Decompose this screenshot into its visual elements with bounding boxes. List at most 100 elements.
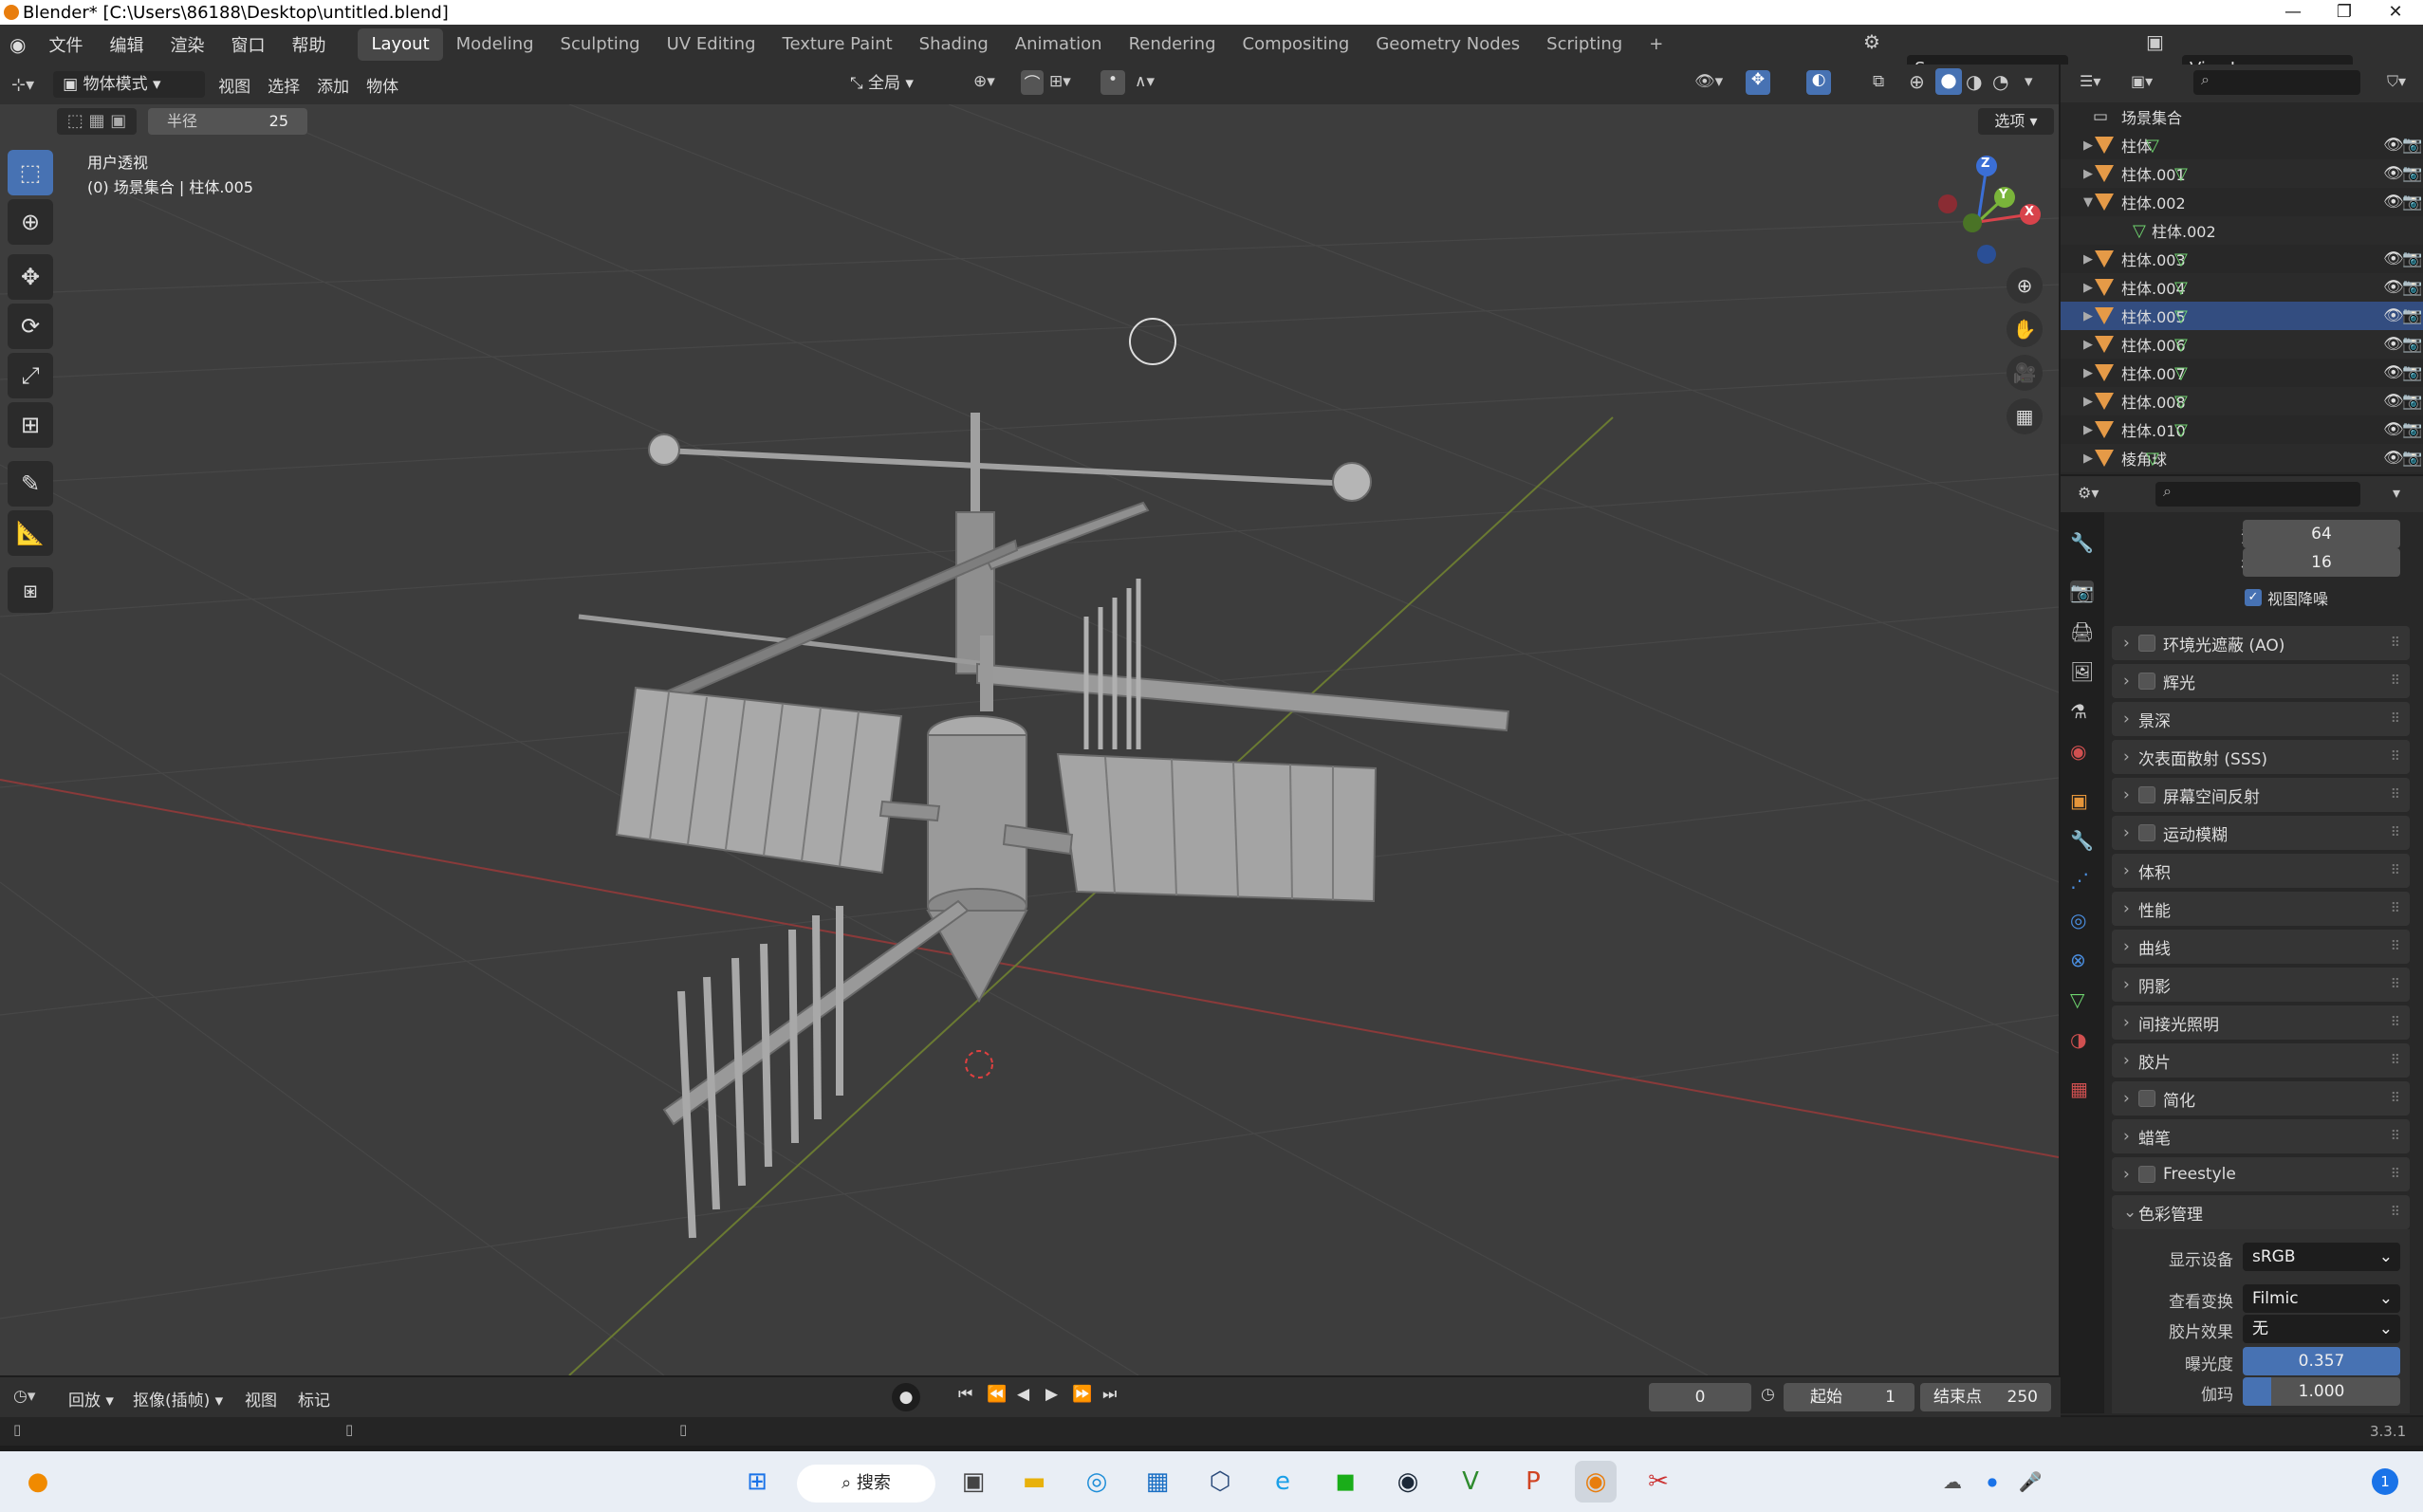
tray-dot-icon[interactable]: ● — [1971, 1461, 2013, 1503]
mesh-data-icon[interactable]: ▽ — [2174, 164, 2188, 184]
eye-icon[interactable]: 👁 — [2383, 306, 2404, 325]
3d-viewport[interactable]: Z Y X ⬚ ▦ ▣ 半径 25 选项 ▾ 用户透视 (0) 场景集合 | 柱… — [0, 104, 2059, 1375]
outliner-row[interactable]: ▶ 柱体.003 ▽ 👁 📷 — [2061, 245, 2423, 273]
panel-3[interactable]: › 次表面散射 (SSS) ⠿ — [2112, 740, 2410, 774]
constraints-tab-icon[interactable]: ⊗ — [2070, 949, 2086, 971]
mesh-data-icon[interactable]: ▽ — [2146, 449, 2159, 469]
viewport-samples-field[interactable]: 16 — [2243, 548, 2400, 577]
weather-icon[interactable]: ● — [17, 1461, 59, 1503]
expand-right-icon[interactable]: ▶ — [2083, 138, 2093, 153]
panel-10[interactable]: › 间接光照明 ⠿ — [2112, 1005, 2410, 1040]
properties-search-input[interactable]: ⌕ — [2155, 482, 2360, 507]
eye-icon[interactable]: 👁 — [2383, 392, 2404, 411]
drag-handle-icon[interactable]: ⠿ — [2391, 825, 2400, 840]
transform-orientation-selector[interactable]: ⤡ 全局 ▾ — [850, 70, 964, 97]
properties-options-icon[interactable]: ▾ — [2393, 484, 2400, 502]
drag-handle-icon[interactable]: ⠿ — [2391, 711, 2400, 727]
eye-icon[interactable]: 👁 — [2383, 249, 2404, 268]
mesh-data-icon[interactable]: ▽ — [2146, 136, 2159, 156]
panel-9[interactable]: › 阴影 ⠿ — [2112, 968, 2410, 1002]
display-device-dropdown[interactable]: sRGB ⌄ — [2243, 1243, 2400, 1271]
rotate-tool-button[interactable]: ⟳ — [8, 304, 53, 349]
maximize-button[interactable]: ❐ — [2319, 0, 2370, 25]
zoom-button[interactable]: ⊕ — [2007, 267, 2043, 304]
options-dropdown[interactable]: 选项 ▾ — [1978, 108, 2054, 135]
timeline-menu-marker[interactable]: 标记 — [298, 1387, 330, 1411]
drag-handle-icon[interactable]: ⠿ — [2391, 749, 2400, 765]
expand-right-icon[interactable]: ▶ — [2083, 281, 2093, 295]
mesh-data-icon[interactable]: ▽ — [2174, 306, 2188, 326]
overlay-toggle-icon[interactable]: ◐ — [1806, 70, 1831, 95]
tab-texture-paint[interactable]: Texture Paint — [769, 28, 906, 61]
view-layer-tab-icon[interactable]: 🖼 — [2070, 660, 2094, 683]
gizmo-y-label[interactable]: Y — [1999, 188, 2007, 202]
camera-icon[interactable]: 📷 — [2402, 335, 2422, 354]
mode-selector[interactable]: ▣ 物体模式 ▾ — [53, 71, 206, 98]
drag-handle-icon[interactable]: ⠿ — [2391, 901, 2400, 916]
tab-geometry-nodes[interactable]: Geometry Nodes — [1362, 28, 1533, 61]
expand-right-icon[interactable]: ▶ — [2083, 366, 2093, 380]
drag-handle-icon[interactable]: ⠿ — [2391, 1053, 2400, 1068]
eye-icon[interactable]: 👁 — [2383, 420, 2404, 439]
timeline-menu-playback[interactable]: 回放 ▾ — [68, 1387, 114, 1411]
outliner-row[interactable]: ▶ 柱体.010 ▽ 👁 📷 — [2061, 415, 2423, 444]
shading-wireframe-icon[interactable]: ⊕ — [1909, 70, 1925, 93]
tab-modeling[interactable]: Modeling — [443, 28, 547, 61]
pivot-icon[interactable]: ⊕▾ — [973, 72, 995, 91]
eye-icon[interactable]: 👁 — [2383, 449, 2404, 468]
vim-icon[interactable]: V — [1450, 1461, 1491, 1503]
panel-11[interactable]: › 胶片 ⠿ — [2112, 1043, 2410, 1078]
gizmo-x-label[interactable]: X — [2025, 205, 2034, 219]
current-frame-field[interactable]: 0 — [1649, 1383, 1751, 1411]
outliner-row[interactable]: ▶ 柱体.008 ▽ 👁 📷 — [2061, 387, 2423, 415]
eye-icon[interactable]: 👁 — [2383, 164, 2404, 183]
snap-icon[interactable]: ⌒ — [1021, 70, 1044, 95]
blender-menu-icon[interactable]: ◉ — [9, 33, 26, 56]
gizmo-toggle-icon[interactable]: ✥ — [1746, 70, 1770, 95]
expand-down-icon[interactable]: ▼ — [2083, 195, 2093, 210]
panel-14[interactable]: › Freestyle ⠿ — [2112, 1157, 2410, 1191]
panel-enable-checkbox[interactable] — [2138, 673, 2155, 690]
shading-rendered-icon[interactable]: ◔ — [1992, 70, 2008, 93]
eye-icon[interactable]: 👁 — [2383, 363, 2404, 382]
cursor-tool-button[interactable]: ⊕ — [8, 199, 53, 245]
expand-right-icon[interactable]: ▶ — [2083, 252, 2093, 267]
mesh-data-icon[interactable]: ▽ — [2174, 335, 2188, 355]
expand-right-icon[interactable]: ▶ — [2083, 452, 2093, 466]
particles-tab-icon[interactable]: ⋰ — [2070, 869, 2089, 892]
store-icon[interactable]: ▦ — [1137, 1461, 1178, 1503]
outliner-row[interactable]: ▶ 棱角球 ▽ 👁 📷 — [2061, 444, 2423, 472]
camera-icon[interactable]: 📷 — [2402, 363, 2422, 382]
expand-right-icon[interactable]: ▶ — [2083, 338, 2093, 352]
add-workspace-button[interactable]: + — [1636, 28, 1676, 61]
ie-icon[interactable]: e — [1262, 1461, 1304, 1503]
expand-right-icon[interactable]: ▶ — [2083, 395, 2093, 409]
viewport-menu-add[interactable]: 添加 — [304, 73, 362, 97]
texture-tab-icon[interactable]: ▦ — [2070, 1078, 2088, 1100]
outliner-search-input[interactable]: ⌕ — [2193, 70, 2360, 95]
falloff-icon[interactable]: ∧▾ — [1135, 72, 1155, 91]
radius-field[interactable]: 半径 25 — [148, 108, 307, 135]
notification-badge[interactable]: 1 — [2372, 1468, 2398, 1495]
powerpoint-icon[interactable]: P — [1512, 1461, 1554, 1503]
panel-6[interactable]: › 体积 ⠿ — [2112, 854, 2410, 888]
tab-animation[interactable]: Animation — [1002, 28, 1116, 61]
look-dropdown[interactable]: 无 ⌄ — [2243, 1315, 2400, 1343]
panel-color-management[interactable]: ⌄ 色彩管理 ⠿ — [2112, 1195, 2410, 1229]
camera-icon[interactable]: 📷 — [2402, 136, 2422, 155]
tab-sculpting[interactable]: Sculpting — [547, 28, 654, 61]
mesh-data-icon[interactable]: ▽ — [2174, 278, 2188, 298]
next-keyframe-button[interactable]: ⏩ — [1072, 1385, 1092, 1404]
drag-handle-icon[interactable]: ⠿ — [2391, 1167, 2400, 1182]
ortho-toggle-button[interactable]: ▦ — [2007, 398, 2043, 434]
drag-handle-icon[interactable]: ⠿ — [2391, 787, 2400, 802]
start-button[interactable]: ⊞ — [736, 1461, 778, 1503]
drag-handle-icon[interactable]: ⠿ — [2391, 636, 2400, 651]
filter-icon[interactable]: ⛉▾ — [2387, 72, 2406, 91]
viewport-menu-view[interactable]: 视图 — [205, 73, 264, 97]
data-tab-icon[interactable]: ▽ — [2070, 988, 2084, 1011]
auto-keying-button[interactable]: ● — [892, 1383, 920, 1411]
panel-5[interactable]: › 运动模糊 ⠿ — [2112, 816, 2410, 850]
menu-help[interactable]: 帮助 — [278, 32, 339, 57]
drag-handle-icon[interactable]: ⠿ — [2391, 1205, 2400, 1220]
